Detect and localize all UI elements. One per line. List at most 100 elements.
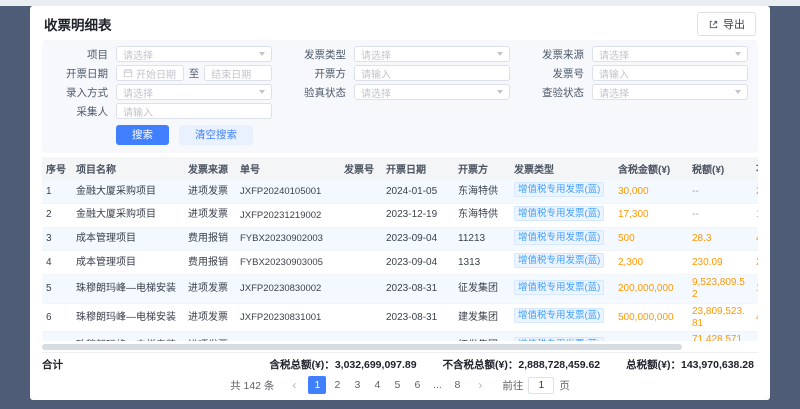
- cell-tax: 230.09: [688, 251, 752, 275]
- filter-actions: 搜索 清空搜索: [116, 125, 748, 145]
- column-no: 序号: [42, 157, 72, 180]
- invoice-source-select[interactable]: 请选择: [592, 46, 748, 62]
- select-placeholder: 请选择: [599, 47, 731, 62]
- invoice-type-tag: 增值税专用发票(蓝): [514, 253, 604, 268]
- filter-field-project-select: 项目请选择: [52, 46, 272, 62]
- verify-status-select[interactable]: 请选择: [354, 84, 510, 100]
- cell-project: 成本管理项目: [72, 227, 184, 251]
- cell-tax: --: [688, 180, 752, 203]
- cell-type: 增值税专用发票(蓝): [510, 332, 614, 341]
- cell-source: 费用报销: [184, 251, 236, 275]
- pager-ellipsis[interactable]: ...: [428, 376, 446, 394]
- card-header: 收票明细表 导出: [30, 6, 770, 40]
- page-button-1[interactable]: 1: [308, 376, 326, 394]
- scrollbar-thumb[interactable]: [42, 344, 682, 350]
- cell-amount: 200,000,000: [614, 275, 688, 304]
- cell-invoice_no: [340, 275, 382, 304]
- filter-field-invoice-no-input: 发票号请输入: [528, 65, 748, 81]
- invoice-type-tag: 增值税专用发票(蓝): [514, 337, 604, 341]
- cell-date: 2023-09-04: [382, 251, 454, 275]
- cell-net: 16,796.12: [752, 203, 758, 227]
- table-row: 1金融大厦采购项目进项发票JXFP202401050012024-01-05东海…: [42, 180, 758, 203]
- date-start-input[interactable]: 开始日期: [116, 65, 184, 81]
- invoice-detail-card: 收票明细表 导出 项目请选择发票类型请选择发票来源请选择开票日期开始日期至结束日…: [30, 6, 770, 400]
- cell-amount: 17,300: [614, 203, 688, 227]
- cell-order_no: FYBX20230902003: [236, 227, 340, 251]
- total-item: 含税总额(¥)：3,032,699,097.89: [269, 357, 416, 372]
- cell-issuer: 征发集团: [454, 275, 510, 304]
- clear-search-button[interactable]: 清空搜索: [179, 125, 253, 145]
- column-net: 不含税金额(¥): [752, 157, 758, 180]
- cell-net: 471.7: [752, 227, 758, 251]
- chevron-down-icon: [735, 90, 741, 94]
- cell-no: 2: [42, 203, 72, 227]
- chevron-down-icon: [735, 52, 741, 56]
- calendar-icon: [123, 68, 133, 78]
- total-value: 3,032,699,097.89: [335, 359, 417, 371]
- cell-issuer: 建发集团: [454, 303, 510, 332]
- column-amount: 含税金额(¥): [614, 157, 688, 180]
- cell-source: 进项发票: [184, 303, 236, 332]
- project-select[interactable]: 请选择: [116, 46, 272, 62]
- cell-project: 珠穆朗玛峰—电梯安装: [72, 332, 184, 341]
- cell-order_no: FYBX20230903005: [236, 251, 340, 275]
- cell-date: 2023-08-30: [382, 332, 454, 341]
- prev-page-button[interactable]: ‹: [285, 376, 303, 394]
- collector-input[interactable]: 请输入: [116, 103, 272, 119]
- invoice-type-select[interactable]: 请选择: [354, 46, 510, 62]
- issuer-input[interactable]: 请输入: [354, 65, 510, 81]
- check-status-select[interactable]: 请选择: [592, 84, 748, 100]
- total-label: 含税总额(¥)：: [269, 359, 334, 371]
- cell-amount: 500,000,000: [614, 303, 688, 332]
- next-page-button[interactable]: ›: [471, 376, 489, 394]
- cell-source: 费用报销: [184, 227, 236, 251]
- date-end-input[interactable]: 结束日期: [204, 65, 272, 81]
- export-button[interactable]: 导出: [697, 12, 756, 36]
- page-button-3[interactable]: 3: [348, 376, 366, 394]
- goto-page-input[interactable]: 1: [528, 377, 554, 394]
- cell-tax: 28.3: [688, 227, 752, 251]
- filter-panel: 项目请选择发票类型请选择发票来源请选择开票日期开始日期至结束日期开票方请输入发票…: [42, 40, 758, 153]
- cell-order_no: JXFP20230831001: [236, 303, 340, 332]
- filter-field-check-status-select: 查验状态请选择: [528, 84, 748, 100]
- page-button-8[interactable]: 8: [448, 376, 466, 394]
- goto-suffix-label: 页: [559, 378, 570, 393]
- horizontal-scrollbar[interactable]: [42, 344, 758, 350]
- search-button[interactable]: 搜索: [116, 125, 169, 145]
- export-label: 导出: [723, 16, 745, 32]
- pager: 123456...8: [308, 376, 466, 394]
- filter-grid: 项目请选择发票类型请选择发票来源请选择开票日期开始日期至结束日期开票方请输入发票…: [52, 46, 748, 119]
- filter-field-invoice-type-select: 发票类型请选择: [290, 46, 510, 62]
- cell-type: 增值税专用发票(蓝): [510, 275, 614, 304]
- cell-amount: 1,500,000,000: [614, 332, 688, 341]
- cell-issuer: 东海特供: [454, 203, 510, 227]
- cell-type: 增值税专用发票(蓝): [510, 303, 614, 332]
- cell-issuer: 东海特供: [454, 180, 510, 203]
- chevron-down-icon: [259, 90, 265, 94]
- column-source: 发票来源: [184, 157, 236, 180]
- table-row: 3成本管理项目费用报销FYBX202309020032023-09-041121…: [42, 227, 758, 251]
- entry-method-select[interactable]: 请选择: [116, 84, 272, 100]
- invoice-type-tag: 增值税专用发票(蓝): [514, 280, 604, 295]
- export-icon: [708, 19, 719, 30]
- page-button-5[interactable]: 5: [388, 376, 406, 394]
- select-placeholder: 请选择: [123, 47, 255, 62]
- cell-date: 2023-08-31: [382, 303, 454, 332]
- column-issuer: 开票方: [454, 157, 510, 180]
- cell-invoice_no: [340, 180, 382, 203]
- filter-label: 发票来源: [528, 47, 584, 62]
- invoice-table-container: 序号项目名称发票来源单号发票号开票日期开票方发票类型含税金额(¥)税额(¥)不含…: [42, 157, 758, 341]
- totals-values: 含税总额(¥)：3,032,699,097.89不含税总额(¥)：2,888,7…: [269, 357, 758, 372]
- invoice-no-input[interactable]: 请输入: [592, 65, 748, 81]
- chevron-down-icon: [259, 52, 265, 56]
- page-button-6[interactable]: 6: [408, 376, 426, 394]
- select-placeholder: 请选择: [361, 47, 493, 62]
- input-placeholder: 请输入: [599, 66, 741, 81]
- column-project: 项目名称: [72, 157, 184, 180]
- cell-source: 进项发票: [184, 180, 236, 203]
- page-button-2[interactable]: 2: [328, 376, 346, 394]
- cell-type: 增值税专用发票(蓝): [510, 180, 614, 203]
- page-button-4[interactable]: 4: [368, 376, 386, 394]
- cell-order_no: JXFP20230830001: [236, 332, 340, 341]
- cell-source: 进项发票: [184, 275, 236, 304]
